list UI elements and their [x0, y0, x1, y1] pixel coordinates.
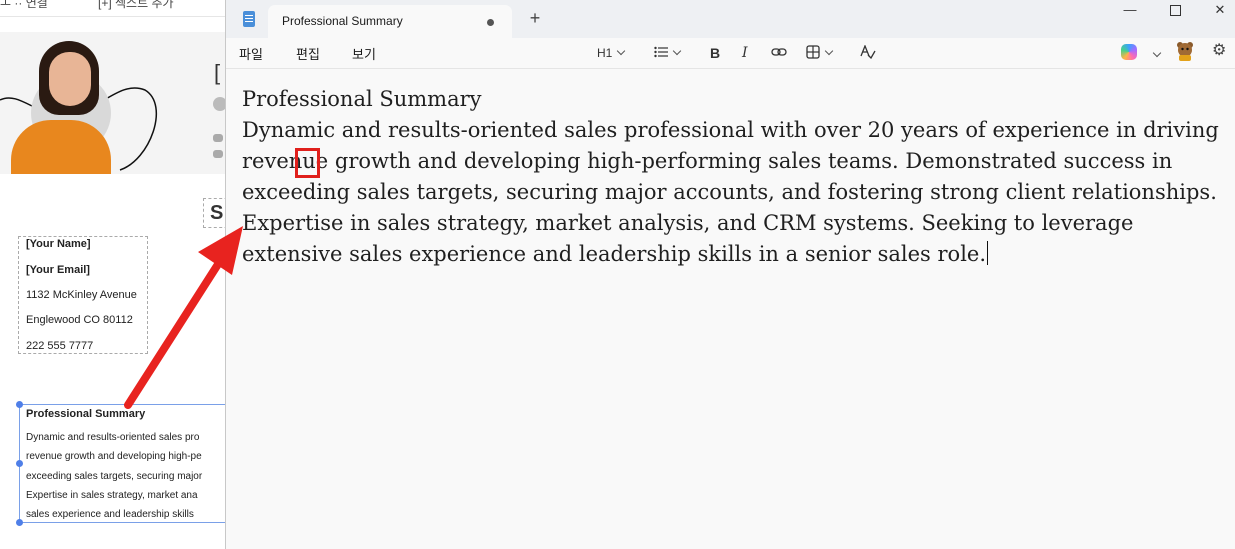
menu-file[interactable]: 파일 [239, 44, 263, 63]
maximize-icon [1169, 5, 1181, 16]
contact-phone: 222 555 7777 [26, 340, 94, 352]
link-icon [771, 48, 787, 56]
document-editor[interactable]: Professional Summary Dynamic and results… [242, 84, 1227, 270]
settings-gear-icon[interactable]: ⚙ [1212, 43, 1228, 59]
italic-button[interactable]: I [742, 44, 748, 62]
resize-handle[interactable] [16, 401, 23, 408]
summary-box-line: Expertise in sales strategy, market ana [26, 490, 198, 501]
copilot-icon[interactable] [1121, 44, 1137, 60]
notepad-window: Professional Summary + — ✕ 파일 편집 보기 H1 B… [225, 0, 1235, 549]
notepad-app-icon [243, 11, 255, 27]
bold-button[interactable]: B [710, 44, 720, 62]
summary-box-line: Dynamic and results-oriented sales pro [26, 432, 200, 443]
document-title[interactable]: Professional Summary [242, 84, 1227, 115]
tab-professional-summary[interactable]: Professional Summary [268, 5, 512, 38]
chevron-down-icon [672, 46, 682, 56]
document-body-text[interactable]: Dynamic and results-oriented sales profe… [242, 118, 1219, 266]
menu-view[interactable]: 보기 [352, 44, 376, 63]
contact-city: Englewood CO 80112 [26, 314, 133, 326]
summary-box-line: exceeding sales targets, securing major [26, 471, 203, 482]
header-placeholder-bracket: [ [214, 60, 221, 85]
summary-box-line: sales experience and leadership skills [26, 509, 194, 520]
profile-photo [11, 38, 119, 174]
background-toolbar-item[interactable]: [+] 섹스트 추가 [98, 0, 174, 11]
background-divider [0, 16, 230, 17]
summary-box-line: revenue growth and developing high-pe [26, 451, 202, 462]
heading-dropdown[interactable]: H1 [597, 44, 626, 62]
unsaved-dot-icon[interactable] [487, 19, 494, 26]
spellcheck-button[interactable] [860, 44, 876, 62]
menu-bar: 파일 편집 보기 H1 B I [226, 38, 1235, 69]
contact-address: 1132 McKinley Avenue [26, 289, 137, 301]
contact-email: [Your Email] [26, 264, 90, 276]
summary-text-box-selected[interactable]: Professional Summary Dynamic and results… [19, 404, 230, 523]
menu-edit[interactable]: 편집 [296, 44, 320, 63]
contact-info-box[interactable]: [Your Name] [Your Email] 1132 McKinley A… [18, 236, 148, 354]
chevron-down-icon [824, 46, 834, 56]
background-toolbar: ㅗ ·· 연결 [+] 섹스트 추가 [0, 0, 230, 16]
table-dropdown[interactable] [806, 44, 834, 62]
text-caret [987, 241, 989, 265]
background-resume-document: ㅗ ·· 연결 [+] 섹스트 추가 [ S [Your Name] [Your… [0, 0, 230, 549]
background-toolbar-item[interactable]: ㅗ ·· 연결 [0, 0, 48, 11]
resize-handle[interactable] [16, 460, 23, 467]
resize-handle[interactable] [16, 519, 23, 526]
summary-box-title: Professional Summary [26, 408, 146, 420]
close-button[interactable]: ✕ [1198, 0, 1235, 22]
title-bar: Professional Summary + — ✕ [226, 0, 1235, 38]
table-icon [806, 45, 820, 59]
list-dropdown[interactable] [654, 44, 682, 62]
minimize-button[interactable]: — [1108, 0, 1152, 22]
avatar-icon[interactable] [1176, 41, 1194, 61]
tab-title: Professional Summary [282, 14, 403, 28]
document-body[interactable]: Dynamic and results-oriented sales profe… [242, 115, 1227, 270]
new-tab-button[interactable]: + [526, 8, 544, 29]
chevron-down-icon [617, 46, 626, 56]
list-icon [654, 46, 668, 58]
link-button[interactable] [771, 44, 787, 62]
highlight-box [295, 148, 320, 178]
heading-label: H1 [597, 46, 613, 60]
phone-mini-icon [213, 150, 223, 158]
spellcheck-icon [860, 44, 876, 60]
maximize-button[interactable] [1153, 0, 1197, 22]
email-mini-icon [213, 134, 223, 142]
contact-name: [Your Name] [26, 238, 91, 250]
